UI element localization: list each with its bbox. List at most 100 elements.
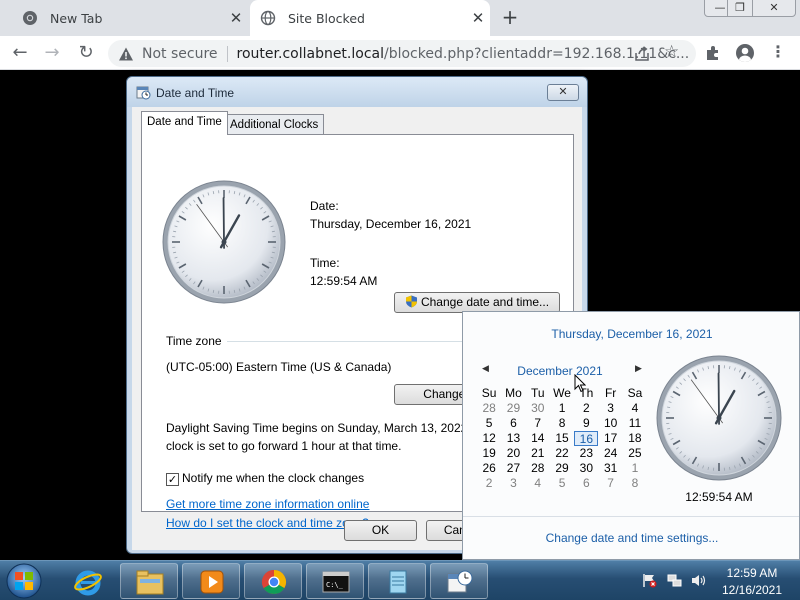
new-tab-button[interactable]: +: [498, 6, 522, 30]
calendar-day[interactable]: 14: [526, 431, 550, 446]
previous-month-icon[interactable]: ◀: [482, 364, 489, 374]
tab-date-and-time[interactable]: Date and Time: [141, 111, 228, 135]
calendar-day[interactable]: 29: [550, 461, 574, 476]
media-player-icon: [200, 570, 224, 594]
clock-center-pin: [221, 239, 227, 245]
calendar-day[interactable]: 31: [598, 461, 622, 476]
calendar-day[interactable]: 27: [501, 461, 525, 476]
calendar-day[interactable]: 29: [501, 401, 525, 416]
calendar-day[interactable]: 28: [526, 461, 550, 476]
calendar-day[interactable]: 23: [574, 446, 598, 461]
calendar-day[interactable]: 8: [623, 476, 647, 491]
time-zone-info-link[interactable]: Get more time zone information online: [166, 497, 369, 511]
share-icon[interactable]: [634, 46, 650, 62]
action-center-flag-icon[interactable]: [642, 573, 657, 588]
maximize-window-button[interactable]: ❐: [727, 0, 753, 17]
calendar-day[interactable]: 24: [598, 446, 622, 461]
calendar-weekday-header: Su Mo Tu We Th Fr Sa: [477, 386, 647, 401]
calendar-day[interactable]: 26: [477, 461, 501, 476]
calendar-day[interactable]: 8: [550, 416, 574, 431]
calendar-day[interactable]: 19: [477, 446, 501, 461]
weekday-label: Tu: [530, 386, 545, 400]
time-value: 12:59:54 AM: [310, 274, 378, 288]
reload-button[interactable]: ↻: [74, 41, 98, 65]
calendar-day[interactable]: 7: [526, 416, 550, 431]
calendar-day[interactable]: 17: [598, 431, 622, 446]
calendar-day[interactable]: 6: [574, 476, 598, 491]
taskbar-notepad[interactable]: [368, 563, 426, 599]
chrome-icon: [23, 11, 37, 25]
calendar-day[interactable]: 5: [550, 476, 574, 491]
tab-site-blocked[interactable]: Site Blocked ✕: [250, 0, 490, 36]
taskbar-clock-date[interactable]: 12/16/2021: [712, 583, 792, 597]
change-date-time-settings-link[interactable]: Change date and time settings...: [463, 531, 800, 545]
calendar-day[interactable]: 30: [526, 401, 550, 416]
calendar-day[interactable]: 21: [526, 446, 550, 461]
calendar-day[interactable]: 20: [501, 446, 525, 461]
taskbar-media-player[interactable]: [182, 563, 240, 599]
calendar-day[interactable]: 2: [574, 401, 598, 416]
back-button[interactable]: ←: [8, 41, 32, 65]
calendar-day[interactable]: 7: [598, 476, 622, 491]
change-date-time-button[interactable]: Change date and time...: [394, 292, 560, 313]
calendar-day[interactable]: 25: [623, 446, 647, 461]
full-date-link[interactable]: Thursday, December 16, 2021: [463, 327, 800, 341]
bookmark-star-icon[interactable]: ☆: [664, 42, 679, 62]
close-window-button[interactable]: ✕: [752, 0, 796, 17]
security-status-label[interactable]: Not secure: [142, 46, 218, 62]
notify-checkbox-label[interactable]: Notify me when the clock changes: [182, 471, 364, 485]
start-orb-icon[interactable]: [4, 562, 44, 600]
calendar-day-today[interactable]: 16: [574, 431, 599, 446]
calendar-day[interactable]: 11: [623, 416, 647, 431]
ok-button[interactable]: OK: [344, 520, 417, 541]
taskbar-chrome[interactable]: [244, 563, 302, 599]
calendar-day[interactable]: 12: [477, 431, 501, 446]
calendar-day[interactable]: 1: [550, 401, 574, 416]
weekday-label: We: [553, 386, 571, 400]
network-icon[interactable]: [667, 573, 682, 588]
close-tab-icon[interactable]: ✕: [228, 10, 244, 26]
calendar-day[interactable]: 6: [501, 416, 525, 431]
time-zone-value: (UTC-05:00) Eastern Time (US & Canada): [166, 360, 392, 374]
browser-tab-strip: New Tab ✕ Site Blocked ✕ + — ❐ ✕: [0, 0, 800, 36]
address-bar[interactable]: Not secure router.collabnet.local/blocke…: [108, 40, 696, 67]
calendar-day[interactable]: 13: [501, 431, 525, 446]
calendar-day[interactable]: 22: [550, 446, 574, 461]
forward-button[interactable]: →: [40, 41, 64, 65]
calendar-day[interactable]: 3: [501, 476, 525, 491]
taskbar-file-explorer[interactable]: [120, 563, 178, 599]
calendar-day[interactable]: 5: [477, 416, 501, 431]
profile-avatar-icon[interactable]: [736, 44, 754, 62]
calendar-day[interactable]: 9: [574, 416, 598, 431]
calendar-day[interactable]: 3: [598, 401, 622, 416]
browser-menu-icon[interactable]: ⋮: [770, 42, 786, 61]
uac-shield-icon: [405, 295, 417, 308]
calendar-day[interactable]: 30: [574, 461, 598, 476]
warning-icon[interactable]: [118, 46, 134, 62]
calendar-week-row: 2345678: [477, 476, 647, 491]
calendar-day[interactable]: 18: [623, 431, 647, 446]
calendar-month-title[interactable]: December 2021: [505, 364, 615, 378]
tab-new-tab[interactable]: New Tab ✕: [8, 0, 248, 36]
calendar-day[interactable]: 1: [623, 461, 647, 476]
calendar-day[interactable]: 4: [526, 476, 550, 491]
volume-icon[interactable]: [691, 573, 706, 588]
dialog-close-button[interactable]: ✕: [547, 84, 579, 101]
taskbar-internet-explorer[interactable]: [58, 563, 116, 599]
calendar-day[interactable]: 4: [623, 401, 647, 416]
calendar-day[interactable]: 28: [477, 401, 501, 416]
tab-additional-clocks[interactable]: Additional Clocks: [224, 114, 325, 136]
taskbar-date-time-control-panel[interactable]: [430, 563, 488, 599]
extensions-puzzle-icon[interactable]: [704, 44, 722, 62]
calendar-day[interactable]: 10: [598, 416, 622, 431]
notify-checkbox[interactable]: ✓: [166, 473, 179, 486]
how-to-set-clock-link[interactable]: How do I set the clock and time zone?: [166, 516, 369, 530]
taskbar-command-prompt[interactable]: C:\_: [306, 563, 364, 599]
calendar-day[interactable]: 2: [477, 476, 501, 491]
calendar-day[interactable]: 15: [550, 431, 574, 446]
taskbar-clock-time[interactable]: 12:59 AM: [712, 566, 792, 580]
notepad-icon: [389, 570, 407, 594]
next-month-icon[interactable]: ▶: [635, 364, 642, 374]
close-tab-icon[interactable]: ✕: [470, 10, 486, 26]
dialog-titlebar[interactable]: Date and Time ✕: [127, 77, 587, 107]
